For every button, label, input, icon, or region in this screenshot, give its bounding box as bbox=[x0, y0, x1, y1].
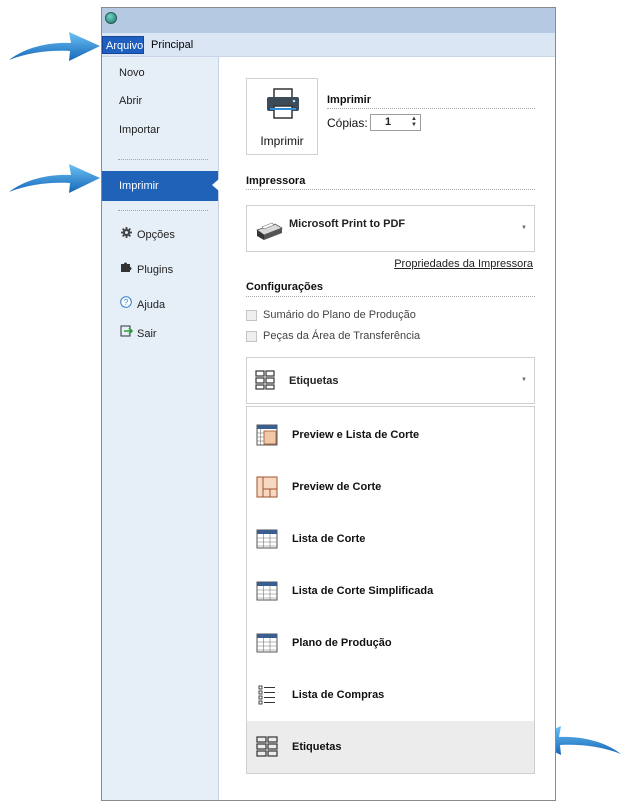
table-icon bbox=[256, 529, 278, 549]
checkbox[interactable] bbox=[246, 330, 257, 342]
list-item[interactable]: Plano de Produção bbox=[247, 617, 534, 669]
report-select[interactable]: Etiquetas ▼ bbox=[246, 357, 535, 404]
sidebar-item-abrir[interactable]: Abrir bbox=[102, 87, 218, 115]
print-button-label: Imprimir bbox=[260, 134, 304, 148]
chevron-down-icon: ▼ bbox=[521, 377, 527, 383]
settings-section-title: Configurações bbox=[246, 281, 324, 293]
list-item-label: Preview e Lista de Corte bbox=[292, 429, 420, 441]
sidebar-item-novo[interactable]: Novo bbox=[102, 59, 218, 87]
selected-report-label: Etiquetas bbox=[289, 375, 339, 387]
copies-stepper[interactable]: 1 ▲ ▼ bbox=[370, 114, 421, 131]
labels-icon bbox=[256, 736, 278, 757]
list-item[interactable]: Lista de Compras bbox=[247, 669, 534, 721]
print-panel: Imprimir Imprimir Cópias: 1 ▲ ▼ Impressor… bbox=[219, 57, 555, 800]
checkbox-label: Sumário do Plano de Produção bbox=[263, 309, 416, 321]
list-item-label: Etiquetas bbox=[292, 741, 342, 753]
list-icon bbox=[258, 685, 275, 705]
checkbox-clipboard-parts[interactable]: Peças da Área de Transferência bbox=[246, 329, 420, 343]
sidebar-item-label: Importar bbox=[119, 124, 160, 136]
list-item[interactable]: Lista de Corte Simplificada bbox=[247, 565, 534, 617]
list-item-label: Lista de Corte Simplificada bbox=[292, 585, 434, 597]
sidebar-item-label: Ajuda bbox=[137, 299, 166, 311]
gear-icon bbox=[119, 221, 133, 249]
pointer-arrow-imprimir bbox=[9, 164, 100, 193]
printer-section-title: Impressora bbox=[246, 175, 306, 187]
divider bbox=[246, 189, 535, 190]
preview-icon bbox=[256, 476, 278, 498]
sidebar-item-sair[interactable]: Sair bbox=[102, 320, 218, 348]
divider bbox=[246, 296, 535, 297]
list-item-label: Preview de Corte bbox=[292, 481, 382, 493]
sidebar-item-opcoes[interactable]: Opções bbox=[102, 221, 218, 249]
print-button[interactable]: Imprimir bbox=[246, 78, 318, 155]
sidebar-item-importar[interactable]: Importar bbox=[102, 116, 218, 144]
list-item[interactable]: Preview de Corte bbox=[247, 461, 534, 513]
help-icon: ? bbox=[119, 291, 133, 319]
pointer-arrow-arquivo bbox=[9, 32, 100, 61]
puzzle-icon bbox=[119, 256, 133, 284]
sidebar-separator bbox=[118, 210, 208, 211]
title-bar bbox=[102, 8, 555, 33]
checkbox-label: Peças da Área de Transferência bbox=[263, 330, 421, 342]
preview-list-icon bbox=[256, 424, 278, 446]
copies-label: Cópias: bbox=[327, 116, 368, 130]
sidebar-item-label: Novo bbox=[119, 67, 145, 79]
checkbox[interactable] bbox=[246, 309, 257, 321]
copies-value: 1 bbox=[385, 116, 392, 128]
report-list: Preview e Lista de Corte Preview de Cort… bbox=[246, 406, 535, 774]
list-item[interactable]: Preview e Lista de Corte bbox=[247, 409, 534, 461]
list-item-label: Lista de Compras bbox=[292, 689, 385, 701]
ribbon-tabs: Arquivo Principal bbox=[102, 33, 555, 57]
sidebar-item-label: Plugins bbox=[137, 264, 174, 276]
table-icon bbox=[256, 633, 278, 653]
spin-arrows-icon[interactable]: ▲ ▼ bbox=[411, 116, 417, 128]
table-icon bbox=[256, 581, 278, 601]
list-item-selected[interactable]: Etiquetas bbox=[247, 721, 534, 773]
tab-arquivo[interactable]: Arquivo bbox=[102, 36, 144, 54]
labels-icon bbox=[255, 370, 275, 390]
printer-device-icon bbox=[256, 222, 283, 240]
printer-select[interactable]: Microsoft Print to PDF ▼ bbox=[246, 205, 535, 252]
sidebar-item-label: Imprimir bbox=[119, 180, 159, 192]
sidebar-item-ajuda[interactable]: ? Ajuda bbox=[102, 291, 218, 319]
sidebar-item-label: Sair bbox=[137, 328, 157, 340]
backstage-sidebar: Novo Abrir Importar Imprimir Opções Plug… bbox=[102, 57, 219, 800]
exit-icon bbox=[119, 320, 133, 348]
sidebar-item-label: Abrir bbox=[119, 95, 143, 107]
checkbox-production-summary[interactable]: Sumário do Plano de Produção bbox=[246, 308, 416, 322]
printer-icon bbox=[267, 88, 299, 119]
list-item-label: Plano de Produção bbox=[292, 637, 392, 649]
chevron-down-icon: ▼ bbox=[521, 225, 527, 231]
printer-properties-link[interactable]: Propriedades da Impressora bbox=[394, 258, 533, 270]
list-item[interactable]: Lista de Corte bbox=[247, 513, 534, 565]
print-section-title: Imprimir bbox=[327, 94, 372, 106]
sidebar-item-imprimir[interactable]: Imprimir bbox=[102, 171, 219, 201]
application-window: Arquivo Principal Novo Abrir Importar Im… bbox=[101, 7, 556, 801]
list-item-label: Lista de Corte bbox=[292, 533, 366, 545]
app-logo-icon bbox=[105, 12, 117, 24]
svg-text:?: ? bbox=[124, 298, 129, 307]
sidebar-item-label: Opções bbox=[137, 229, 175, 241]
sidebar-separator bbox=[118, 159, 208, 160]
divider bbox=[327, 108, 535, 109]
sidebar-item-plugins[interactable]: Plugins bbox=[102, 256, 218, 284]
tab-principal[interactable]: Principal bbox=[148, 36, 196, 54]
printer-name: Microsoft Print to PDF bbox=[289, 218, 406, 230]
